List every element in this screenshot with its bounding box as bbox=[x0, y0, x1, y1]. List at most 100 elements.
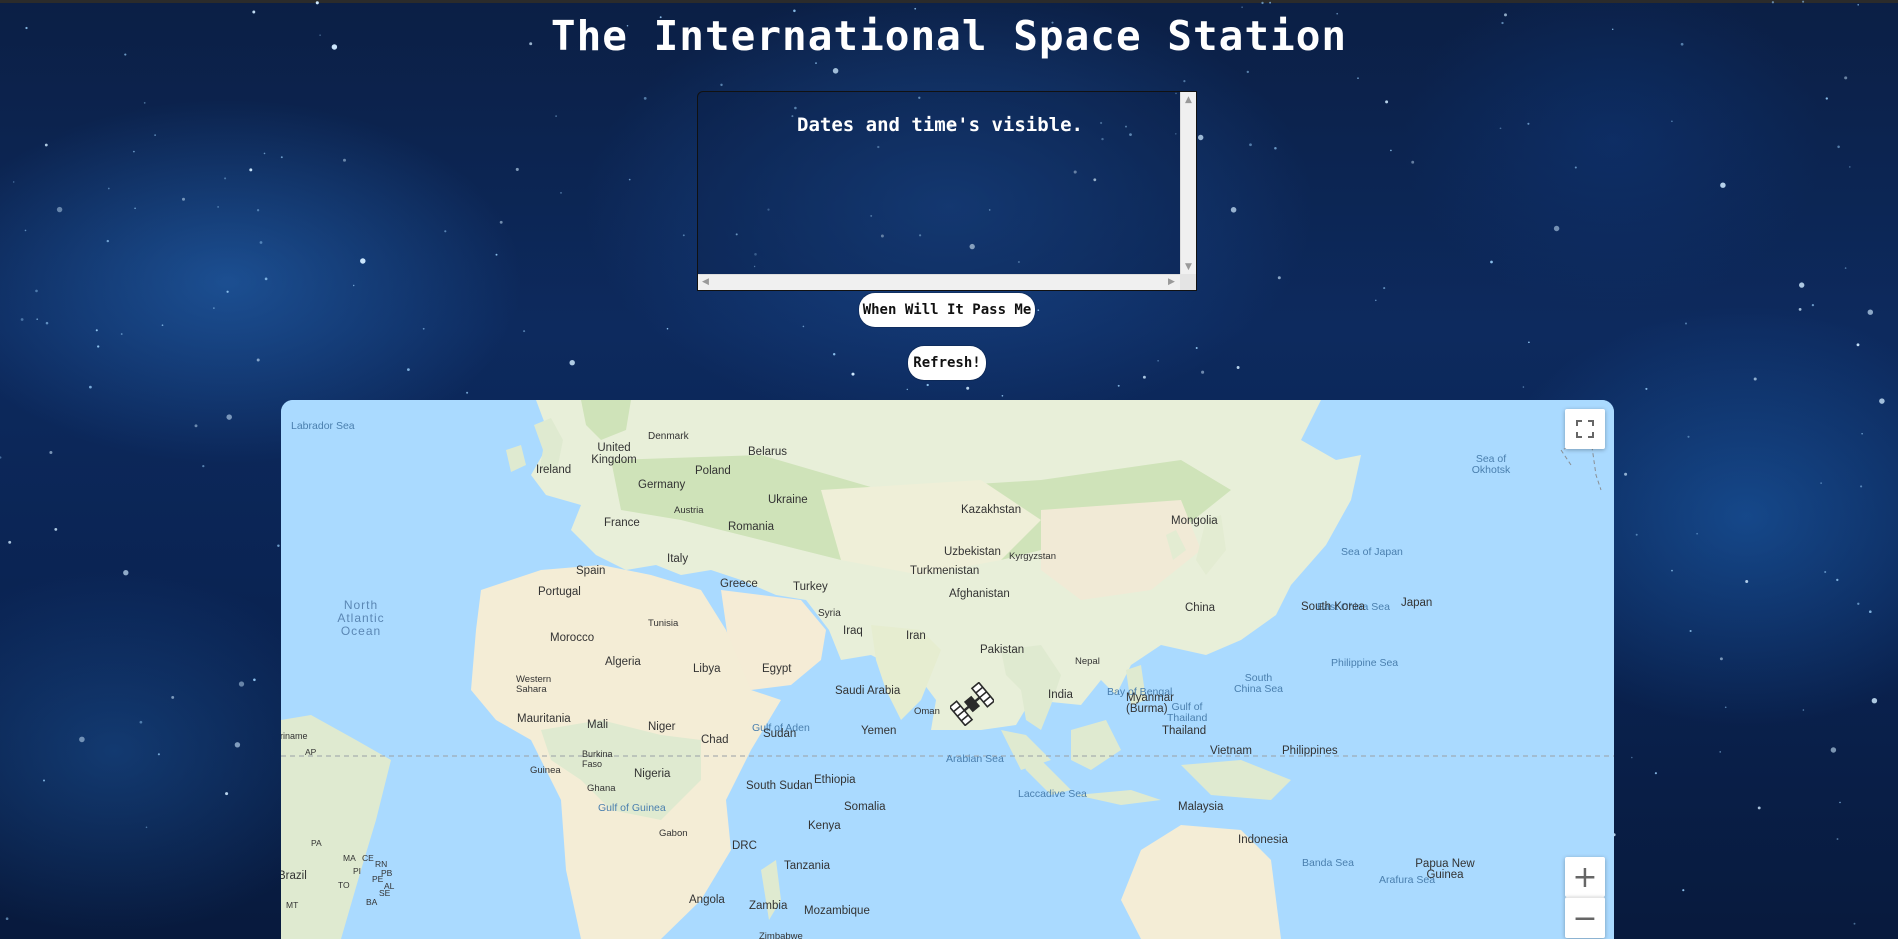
map-label-state: PE bbox=[372, 874, 384, 884]
map-label-sea: Gulf of Guinea bbox=[598, 802, 666, 814]
scroll-right-icon[interactable]: ▶ bbox=[1168, 277, 1175, 287]
page-title: The International Space Station bbox=[550, 12, 1348, 60]
map-label-country: Romania bbox=[728, 521, 775, 533]
map-label-fragment: riname bbox=[281, 731, 308, 741]
map-label-country: Italy bbox=[667, 553, 689, 565]
pass-times-box[interactable]: Dates and time's visible. ▲ ▼ ◀ ▶ bbox=[697, 91, 1197, 291]
map-label-country: Papua New Guinea bbox=[1415, 858, 1475, 881]
refresh-button[interactable]: Refresh! bbox=[908, 346, 986, 380]
map-label-state: MA bbox=[343, 853, 356, 863]
map-label-sea: Philippine Sea bbox=[1331, 657, 1399, 669]
scroll-down-icon[interactable]: ▼ bbox=[1185, 262, 1192, 272]
map-label-country: Spain bbox=[576, 565, 606, 577]
map-label-country: Austria bbox=[674, 505, 704, 516]
map-label-country: Kazakhstan bbox=[961, 504, 1022, 516]
map-label-country: Pakistan bbox=[980, 644, 1025, 656]
map-label-country: Guinea bbox=[530, 765, 561, 776]
map-label-state: TO bbox=[338, 880, 350, 890]
map-label-country: Ireland bbox=[536, 464, 572, 476]
map-label-country: France bbox=[604, 517, 640, 529]
map-label-country: Nepal bbox=[1075, 656, 1100, 667]
pass-times-heading: Dates and time's visible. bbox=[797, 114, 1083, 136]
map-label-country: South Korea bbox=[1301, 601, 1365, 613]
map-label-country: Morocco bbox=[550, 632, 595, 644]
map-label-state: BA bbox=[366, 897, 378, 907]
map-label-sea: Laccadive Sea bbox=[1018, 788, 1087, 800]
map-label-country: Iraq bbox=[843, 625, 863, 637]
map-label-country: Kyrgyzstan bbox=[1009, 551, 1056, 562]
map-label-country: Mozambique bbox=[804, 905, 870, 917]
map-label-country: Zambia bbox=[749, 900, 788, 912]
vertical-scrollbar[interactable]: ▲ ▼ bbox=[1180, 92, 1196, 276]
map-label-country: Kenya bbox=[808, 820, 841, 832]
map-label-country: Myanmar (Burma) bbox=[1126, 692, 1174, 715]
map-label-country: Brazil bbox=[281, 870, 307, 882]
map-label-sea: Labrador Sea bbox=[291, 420, 355, 432]
horizontal-scrollbar[interactable]: ◀ ▶ bbox=[698, 274, 1182, 290]
map-label-country: Western Sahara bbox=[516, 674, 552, 695]
map-label-country: Belarus bbox=[748, 446, 787, 458]
map-label-country: United Kingdom bbox=[591, 442, 637, 466]
map-label-country: China bbox=[1185, 602, 1216, 614]
map-label-country: Saudi Arabia bbox=[835, 685, 901, 697]
map-label-country: Oman bbox=[914, 706, 940, 717]
map-label-country: Mauritania bbox=[517, 713, 571, 725]
map-label-state: SE bbox=[379, 888, 391, 898]
map-label-country: Turkmenistan bbox=[910, 565, 980, 577]
fullscreen-button[interactable] bbox=[1565, 409, 1605, 449]
map-label-country: Germany bbox=[638, 479, 686, 491]
map-label-state: PA bbox=[311, 838, 322, 848]
map-label-ocean: North Atlantic Ocean bbox=[337, 598, 385, 638]
map-label-country: DRC bbox=[732, 840, 757, 852]
map-label-country: Japan bbox=[1401, 597, 1433, 609]
map-label-country: Poland bbox=[695, 465, 731, 477]
map-label-country: Mongolia bbox=[1171, 515, 1218, 527]
map-label-sea: Banda Sea bbox=[1302, 857, 1354, 869]
map-label-country: Portugal bbox=[538, 586, 581, 598]
map-label-country: Sudan bbox=[763, 728, 797, 740]
map-label-country: Thailand bbox=[1162, 725, 1207, 737]
map-label-country: Tanzania bbox=[784, 860, 831, 872]
map-label-country: Tunisia bbox=[648, 618, 679, 629]
map-label-state: MT bbox=[286, 900, 299, 910]
map-label-country: Somalia bbox=[844, 801, 886, 813]
map-label-country: Burkina Faso bbox=[582, 749, 613, 769]
map-label-country: Ukraine bbox=[768, 494, 808, 506]
map-label-state: PI bbox=[353, 866, 362, 876]
map-label-sea: South China Sea bbox=[1233, 672, 1284, 695]
map-label-country: Algeria bbox=[605, 656, 641, 668]
map-label-country: Indonesia bbox=[1238, 834, 1288, 846]
map-label-country: Libya bbox=[693, 663, 721, 675]
map-label-country: Mali bbox=[587, 719, 609, 731]
map-label-country: Philippines bbox=[1282, 745, 1338, 757]
map-label-country: Gabon bbox=[659, 828, 688, 839]
map-label-country: Turkey bbox=[793, 581, 828, 593]
zoom-in-button[interactable]: + bbox=[1565, 857, 1605, 897]
map-label-country: Ethiopia bbox=[814, 774, 856, 786]
map-label-country: Zimbabwe bbox=[759, 931, 803, 939]
map-label-country: Afghanistan bbox=[949, 588, 1010, 600]
space-station-icon[interactable] bbox=[950, 682, 994, 726]
map-label-sea: Sea of Okhotsk bbox=[1471, 453, 1511, 476]
map-label-country: Malaysia bbox=[1178, 801, 1224, 813]
map-label-country: Nigeria bbox=[634, 768, 671, 780]
scroll-up-icon[interactable]: ▲ bbox=[1185, 95, 1192, 105]
map-label-state: AP bbox=[305, 747, 317, 757]
scroll-corner bbox=[1180, 274, 1196, 290]
map-label-sea: Arabian Sea bbox=[946, 753, 1004, 765]
when-will-it-pass-button[interactable]: When Will It Pass Me bbox=[859, 293, 1035, 327]
scroll-left-icon[interactable]: ◀ bbox=[702, 277, 709, 287]
map-label-country: South Sudan bbox=[746, 780, 813, 792]
fullscreen-icon bbox=[1576, 420, 1594, 438]
map-label-country: Niger bbox=[648, 721, 676, 733]
map-label-country: Chad bbox=[701, 734, 729, 746]
map-label-country: Denmark bbox=[648, 431, 689, 442]
map-label-country: India bbox=[1048, 689, 1073, 701]
zoom-out-button[interactable]: − bbox=[1565, 897, 1605, 938]
map-label-country: Syria bbox=[818, 608, 841, 619]
iss-map[interactable]: Labrador Sea Sea of Okhotsk Sea of Japan… bbox=[281, 400, 1614, 939]
map-label-country: Yemen bbox=[861, 725, 897, 737]
map-label-sea: Sea of Japan bbox=[1341, 546, 1403, 558]
map-label-country: Vietnam bbox=[1210, 745, 1252, 757]
map-label-country: Greece bbox=[720, 578, 758, 590]
